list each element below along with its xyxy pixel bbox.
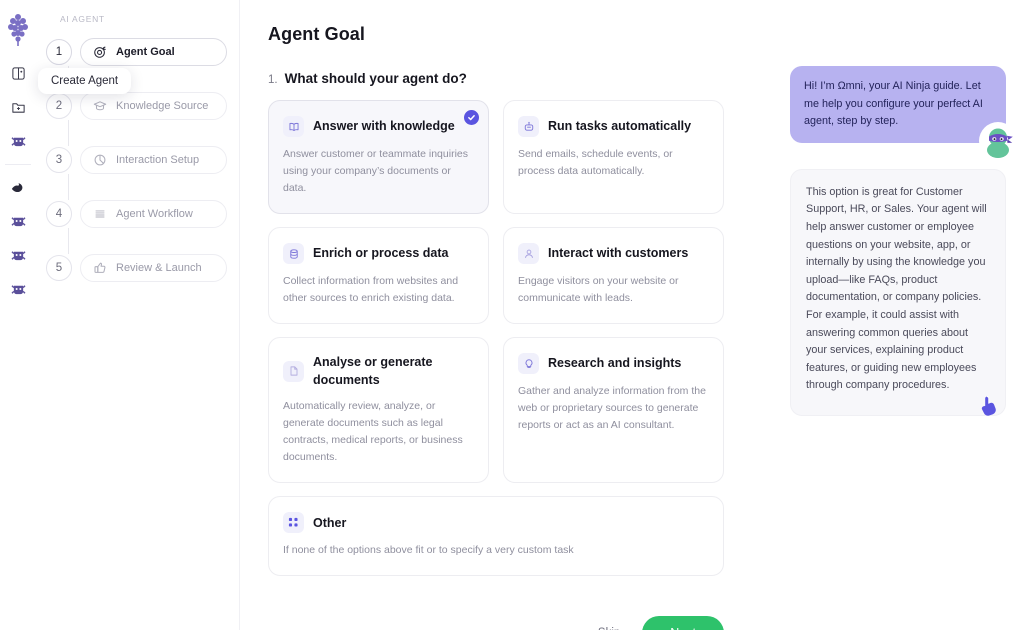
- card-head: Run tasks automatically: [518, 116, 707, 137]
- card-description: Engage visitors on your website or commu…: [518, 275, 679, 304]
- assistant-panel: Hi! I’m Ωmni, your AI Ninja guide. Let m…: [780, 0, 1024, 630]
- card-head: Enrich or process data: [283, 243, 472, 264]
- step-pill-review-launch[interactable]: Review & Launch: [80, 254, 227, 282]
- goal-card-run-tasks-automatically[interactable]: Run tasks automatically Send emails, sch…: [503, 100, 724, 214]
- open-book-icon: [283, 116, 304, 137]
- card-head: Interact with customers: [518, 243, 707, 264]
- step-label: Interaction Setup: [116, 154, 200, 166]
- card-description: Answer customer or teammate inquiries us…: [283, 148, 468, 194]
- next-button[interactable]: Next: [642, 616, 724, 630]
- sidebar-step-review-launch[interactable]: 5 Review & Launch: [46, 254, 227, 282]
- app-logo-grape-icon[interactable]: [4, 8, 32, 52]
- folder-add-icon[interactable]: [4, 92, 32, 122]
- card-title: Analyse or generate documents: [313, 355, 433, 388]
- card-head: Analyse or generate documents: [283, 353, 472, 389]
- selected-check-badge: [464, 110, 479, 125]
- agent-avatar-icon-3[interactable]: [4, 240, 32, 270]
- step-connector: [68, 228, 69, 254]
- goal-options-grid: Answer with knowledge Answer customer or…: [268, 100, 724, 577]
- assistant-greeting-bubble: Hi! I’m Ωmni, your AI Ninja guide. Let m…: [790, 66, 1017, 160]
- lightbulb-icon: [518, 353, 539, 374]
- agent-avatar-icon-1[interactable]: [4, 126, 32, 156]
- step-pill-agent-workflow[interactable]: Agent Workflow: [80, 200, 227, 228]
- step-label: Agent Workflow: [116, 208, 193, 220]
- card-description: Automatically review, analyze, or genera…: [283, 400, 463, 464]
- step-label: Knowledge Source: [116, 100, 209, 112]
- step-connector: [68, 120, 69, 146]
- sidebar-step-agent-workflow[interactable]: 4 Agent Workflow: [46, 200, 227, 228]
- goal-card-analyse-or-generate-documents[interactable]: Analyse or generate documents Automatica…: [268, 337, 489, 484]
- card-description: Gather and analyze information from the …: [518, 385, 706, 431]
- step-number: 4: [46, 201, 72, 227]
- card-head: Other: [283, 512, 707, 534]
- step-pill-interaction-setup[interactable]: Interaction Setup: [80, 146, 227, 174]
- card-description: If none of the options above fit or to s…: [283, 544, 574, 557]
- list-lines-icon: [95, 210, 105, 218]
- wizard-stepper: AI AGENT 1 Agent Goal 2 Knowledge Source: [36, 0, 240, 630]
- muscle-arm-icon[interactable]: [4, 172, 32, 202]
- card-description: Collect information from websites and ot…: [283, 275, 459, 304]
- wizard-actions: Skip Next: [268, 616, 724, 630]
- step-number: 3: [46, 147, 72, 173]
- goal-card-research-and-insights[interactable]: Research and insights Gather and analyze…: [503, 337, 724, 484]
- goal-card-answer-with-knowledge[interactable]: Answer with knowledge Answer customer or…: [268, 100, 489, 214]
- card-title: Run tasks automatically: [548, 119, 692, 134]
- assistant-greeting-text: Hi! I’m Ωmni, your AI Ninja guide. Let m…: [804, 80, 983, 128]
- card-title: Answer with knowledge: [313, 119, 455, 134]
- step-pill-knowledge-source[interactable]: Knowledge Source: [80, 92, 227, 120]
- step-pill-agent-goal[interactable]: Agent Goal: [80, 38, 227, 66]
- grid-dots-icon: [283, 512, 304, 534]
- goal-card-enrich-or-process-data[interactable]: Enrich or process data Collect informati…: [268, 227, 489, 324]
- card-head: Answer with knowledge: [283, 116, 472, 137]
- step-label: Review & Launch: [116, 262, 202, 274]
- sidebar-step-agent-goal[interactable]: 1 Agent Goal: [46, 38, 227, 66]
- card-head: Research and insights: [518, 353, 707, 374]
- omni-ninja-avatar: [978, 121, 1018, 161]
- agent-avatar-icon-2[interactable]: [4, 206, 32, 236]
- agent-avatar-icon-4[interactable]: [4, 274, 32, 304]
- robot-icon: [518, 116, 539, 137]
- assistant-detail-bubble: This option is great for Customer Suppor…: [790, 168, 1006, 419]
- sidebar-step-knowledge-source[interactable]: 2 Knowledge Source: [46, 92, 227, 120]
- book-palette-icon[interactable]: [4, 58, 32, 88]
- card-title: Other: [313, 515, 347, 530]
- step-number: 5: [46, 255, 72, 281]
- step-label: Agent Goal: [116, 46, 175, 58]
- document-icon: [283, 360, 304, 382]
- step-number: 1: [46, 39, 72, 65]
- rail-divider: [5, 164, 31, 165]
- goal-card-interact-with-customers[interactable]: Interact with customers Engage visitors …: [503, 227, 724, 324]
- goal-card-other[interactable]: Other If none of the options above fit o…: [268, 496, 724, 577]
- card-description: Send emails, schedule events, or process…: [518, 148, 673, 177]
- thumbs-up-icon: [94, 262, 106, 273]
- step-connector: [68, 174, 69, 200]
- sidebar-step-interaction-setup[interactable]: 3 Interaction Setup: [46, 146, 227, 174]
- card-title: Enrich or process data: [313, 246, 449, 261]
- target-icon: [94, 46, 106, 58]
- card-title: Interact with customers: [548, 246, 689, 261]
- app-root: AI AGENT 1 Agent Goal 2 Knowledge Source: [0, 0, 1024, 630]
- database-icon: [283, 243, 304, 264]
- stepper-section-label: AI AGENT: [60, 14, 105, 24]
- person-icon: [518, 243, 539, 264]
- assistant-detail-text: This option is great for Customer Suppor…: [806, 185, 987, 392]
- card-title: Research and insights: [548, 356, 682, 371]
- question-number: 1.: [268, 74, 278, 86]
- icon-rail: [0, 0, 36, 630]
- create-agent-tooltip: Create Agent: [38, 68, 132, 94]
- graduation-cap-icon: [93, 101, 107, 111]
- pie-chart-icon: [94, 154, 106, 166]
- question-text: What should your agent do?: [284, 71, 467, 86]
- step-number: 2: [46, 93, 72, 119]
- pointer-hand-cursor-icon: [981, 395, 1001, 419]
